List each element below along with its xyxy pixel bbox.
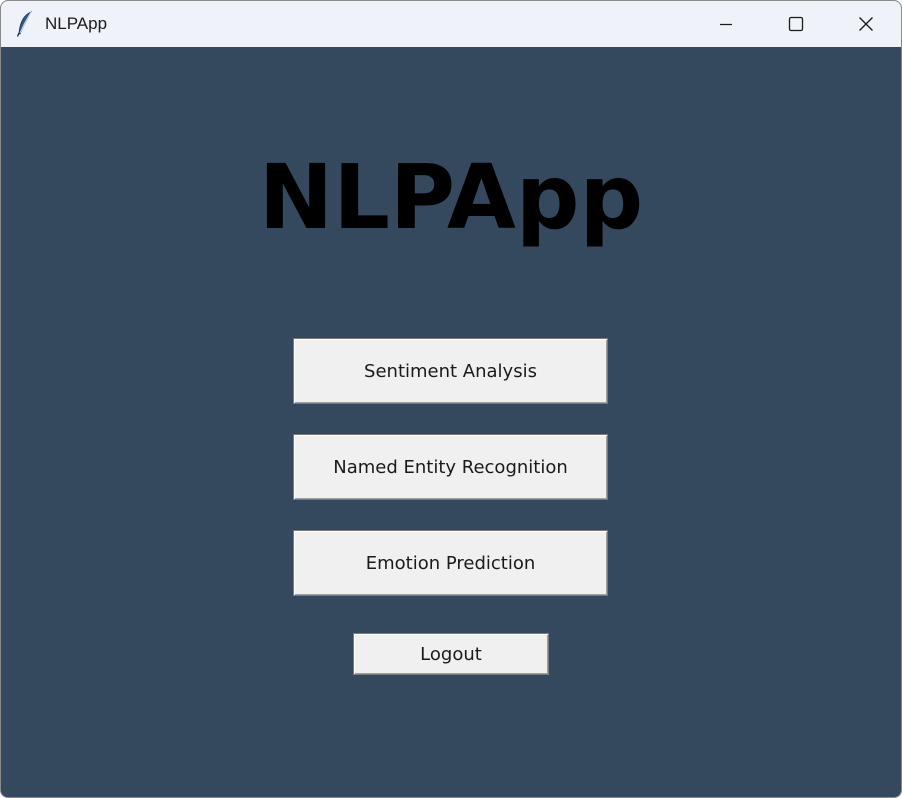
named-entity-recognition-button[interactable]: Named Entity Recognition: [293, 434, 608, 500]
feather-icon: [15, 11, 35, 37]
app-heading: NLPApp: [258, 145, 644, 249]
app-window: NLPApp NLPApp Sentiment Analysis Named E…: [0, 0, 902, 798]
title-bar[interactable]: NLPApp: [1, 1, 901, 47]
emotion-prediction-button[interactable]: Emotion Prediction: [293, 530, 608, 596]
logout-button[interactable]: Logout: [353, 633, 549, 675]
maximize-icon: [788, 16, 804, 32]
close-icon: [859, 17, 873, 31]
sentiment-analysis-button[interactable]: Sentiment Analysis: [293, 338, 608, 404]
minimize-button[interactable]: [691, 1, 761, 47]
close-button[interactable]: [831, 1, 901, 47]
main-panel: NLPApp Sentiment Analysis Named Entity R…: [1, 47, 901, 797]
maximize-button[interactable]: [761, 1, 831, 47]
minimize-icon: [720, 23, 732, 26]
window-title: NLPApp: [45, 14, 108, 33]
